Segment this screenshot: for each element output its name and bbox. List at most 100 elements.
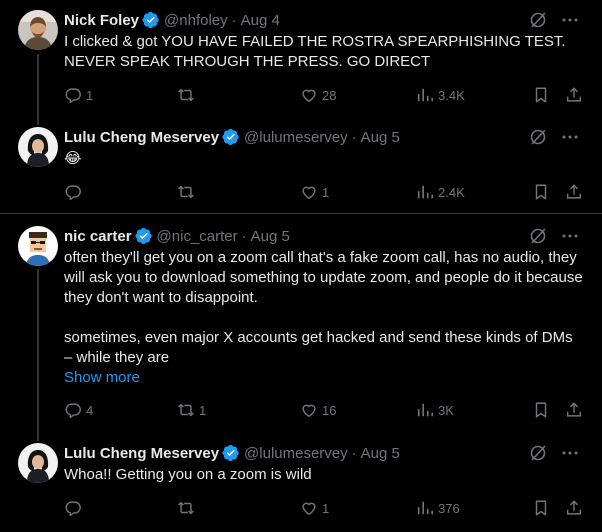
grok-icon[interactable] [528, 127, 548, 147]
retweet-icon [177, 183, 195, 201]
views-icon [416, 86, 434, 104]
show-more-link[interactable]: Show more [64, 368, 140, 388]
tweet-text: I clicked & got YOU HAVE FAILED THE ROST… [64, 33, 566, 70]
views-button[interactable]: 2.4K [416, 182, 465, 202]
retweet-button[interactable] [177, 182, 199, 202]
tweet-actions: 1 28 3.4K [0, 85, 602, 105]
share-icon [565, 183, 583, 201]
tweet-text: Whoa!! Getting you on a zoom is wild [64, 466, 312, 483]
author-handle[interactable]: @lulumeservey [244, 445, 348, 462]
like-button[interactable]: 1 [300, 498, 329, 518]
reply-button[interactable]: 1 [64, 85, 93, 105]
retweet-icon [177, 86, 195, 104]
views-icon [416, 499, 434, 517]
bookmark-icon [532, 86, 550, 104]
like-button[interactable]: 28 [300, 85, 336, 105]
tweet-top-icons [528, 226, 580, 246]
views-button[interactable]: 376 [416, 498, 460, 518]
verified-badge-icon [135, 227, 153, 245]
views-button[interactable]: 3K [416, 400, 454, 420]
avatar[interactable] [18, 127, 58, 167]
author-name[interactable]: Lulu Cheng Meservey [64, 445, 219, 462]
tweet-header: Nick Foley @nhfoley · Aug 4 [64, 10, 280, 30]
author-handle[interactable]: @nic_carter [157, 228, 238, 245]
reply-button[interactable] [64, 498, 86, 518]
tweet-text: often they'll get you on a zoom call tha… [64, 249, 583, 366]
views-icon [416, 183, 434, 201]
grok-icon[interactable] [528, 443, 548, 463]
share-button[interactable] [565, 182, 583, 202]
verified-badge-icon [142, 11, 160, 29]
share-icon [565, 86, 583, 104]
author-handle[interactable]: @lulumeservey [244, 129, 348, 146]
more-icon[interactable] [560, 226, 580, 246]
grok-icon[interactable] [528, 226, 548, 246]
more-icon[interactable] [560, 10, 580, 30]
bookmark-icon [532, 499, 550, 517]
verified-badge-icon [222, 444, 240, 462]
heart-icon [300, 86, 318, 104]
like-count: 28 [322, 87, 337, 103]
reply-button[interactable]: 4 [64, 400, 93, 420]
author-name[interactable]: Nick Foley [64, 12, 139, 29]
bookmark-button[interactable] [532, 182, 550, 202]
tweet-actions: 4 1 16 3K [0, 400, 602, 420]
tweet-date[interactable]: Aug 4 [241, 12, 280, 29]
like-count: 16 [322, 402, 337, 418]
reply-button[interactable] [64, 182, 86, 202]
view-count: 3K [438, 402, 454, 418]
tweet-date[interactable]: Aug 5 [361, 445, 400, 462]
tweet-date[interactable]: Aug 5 [361, 129, 400, 146]
tweet-header: nic carter @nic_carter · Aug 5 [64, 226, 290, 246]
share-button[interactable] [565, 498, 583, 518]
bookmark-button[interactable] [532, 85, 550, 105]
view-count: 376 [438, 500, 460, 516]
reply-icon [64, 86, 82, 104]
more-icon[interactable] [560, 127, 580, 147]
bookmark-button[interactable] [532, 498, 550, 518]
bookmark-button[interactable] [532, 400, 550, 420]
share-button[interactable] [565, 85, 583, 105]
bookmark-icon [532, 401, 550, 419]
reply-icon [64, 183, 82, 201]
tweet-actions: 1 2.4K [0, 182, 602, 202]
share-icon [565, 499, 583, 517]
avatar[interactable] [18, 10, 58, 50]
tweet-date[interactable]: Aug 5 [251, 228, 290, 245]
reply-icon [64, 401, 82, 419]
retweet-icon [177, 499, 195, 517]
like-button[interactable]: 1 [300, 182, 329, 202]
share-icon [565, 401, 583, 419]
share-button[interactable] [565, 400, 583, 420]
reply-count: 1 [86, 87, 94, 103]
like-button[interactable]: 16 [300, 400, 336, 420]
like-count: 1 [322, 500, 330, 516]
author-name[interactable]: nic carter [64, 228, 132, 245]
reply-icon [64, 499, 82, 517]
tweet-top-icons [528, 443, 580, 463]
tweet-header: Lulu Cheng Meservey @lulumeservey · Aug … [64, 443, 400, 463]
heart-icon [300, 499, 318, 517]
tweet-top-icons [528, 127, 580, 147]
verified-badge-icon [222, 128, 240, 146]
grok-icon[interactable] [528, 10, 548, 30]
retweet-icon [177, 401, 195, 419]
heart-icon [300, 183, 318, 201]
avatar[interactable] [18, 226, 58, 266]
retweet-button[interactable] [177, 85, 199, 105]
separator: · [351, 128, 357, 146]
tweet-header: Lulu Cheng Meservey @lulumeservey · Aug … [64, 127, 400, 147]
reply-count: 4 [86, 402, 94, 418]
retweet-button[interactable] [177, 498, 199, 518]
views-button[interactable]: 3.4K [416, 85, 465, 105]
avatar[interactable] [18, 443, 58, 483]
view-count: 3.4K [438, 87, 465, 103]
author-name[interactable]: Lulu Cheng Meservey [64, 129, 219, 146]
bookmark-icon [532, 183, 550, 201]
retweet-button[interactable]: 1 [177, 400, 206, 420]
tweet-text: 😂 [64, 150, 82, 167]
more-icon[interactable] [560, 443, 580, 463]
author-handle[interactable]: @nhfoley [164, 12, 228, 29]
separator: · [241, 227, 247, 245]
separator: · [231, 11, 237, 29]
